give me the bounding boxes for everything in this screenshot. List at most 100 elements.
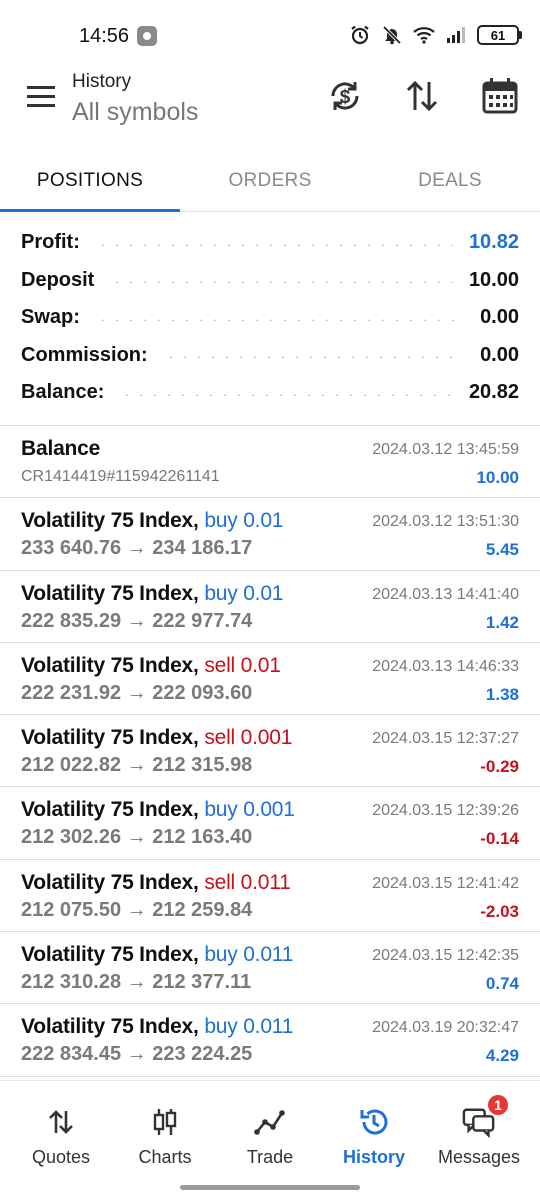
quotes-arrows-icon — [44, 1105, 78, 1139]
hamburger-icon — [27, 86, 55, 107]
position-prices: 222 231.92 → 222 093.60 — [21, 681, 253, 704]
battery-level: 61 — [477, 25, 519, 45]
summary-label: Balance: — [21, 381, 105, 404]
position-symbol: Volatility 75 Index, — [21, 581, 199, 605]
summary-profit: Profit: 10.82 — [0, 224, 540, 262]
summary-value: 20.82 — [468, 381, 519, 404]
app-bar: History All symbols $ — [0, 62, 540, 142]
position-side: sell 0.01 — [204, 653, 281, 677]
position-profit: -0.14 — [480, 829, 519, 849]
row-time: 2024.03.19 20:32:47 — [372, 1019, 519, 1037]
position-symbol: Volatility 75 Index, — [21, 509, 199, 533]
position-title: Volatility 75 Index, sell 0.011 — [21, 871, 291, 895]
tab-orders[interactable]: ORDERS — [180, 150, 360, 211]
position-row[interactable]: Volatility 75 Index, buy 0.001 212 302.26… — [0, 787, 540, 860]
position-side: sell 0.011 — [204, 870, 291, 894]
bottom-navigation: Quotes Charts Trade History 1 Messages — [0, 1080, 540, 1200]
currency-sync-icon: $ — [331, 82, 359, 110]
status-time: 14:56 — [79, 25, 130, 47]
summary-label: Swap: — [21, 306, 80, 329]
nav-history[interactable]: History — [320, 1081, 428, 1177]
row-time: 2024.03.13 14:46:33 — [372, 657, 519, 675]
position-side: buy 0.011 — [204, 1015, 294, 1039]
row-time: 2024.03.15 12:42:35 — [372, 947, 519, 965]
calendar-icon — [482, 78, 518, 114]
position-row[interactable]: Volatility 75 Index, buy 0.011 222 834.45… — [0, 1004, 540, 1077]
currency-convert-button[interactable]: $ — [325, 76, 365, 116]
position-row[interactable]: Volatility 75 Index, buy 0.01 222 835.29 … — [0, 571, 540, 643]
dotted-leader — [120, 393, 453, 396]
positions-list: Balance CR1414419#115942261141 2024.03.1… — [0, 425, 540, 1077]
menu-button[interactable] — [26, 82, 58, 112]
balance-row[interactable]: Balance CR1414419#115942261141 2024.03.1… — [0, 426, 540, 499]
tab-deals[interactable]: DEALS — [360, 150, 540, 211]
position-row[interactable]: Volatility 75 Index, buy 0.01 233 640.76 … — [0, 498, 540, 571]
row-amount: 10.00 — [476, 468, 519, 487]
sort-button[interactable] — [402, 76, 442, 116]
position-row[interactable]: Volatility 75 Index, sell 0.001 212 022.8… — [0, 715, 540, 788]
position-title: Volatility 75 Index, buy 0.01 — [21, 509, 283, 533]
position-symbol: Volatility 75 Index, — [21, 726, 199, 750]
alarm-icon — [349, 24, 371, 46]
nav-messages[interactable]: 1 Messages — [425, 1081, 533, 1177]
position-prices: 233 640.76 → 234 186.17 — [21, 537, 253, 560]
candlestick-icon — [148, 1105, 182, 1139]
row-time: 2024.03.12 13:51:30 — [372, 513, 519, 531]
history-tabs: POSITIONS ORDERS DEALS — [0, 150, 540, 212]
position-symbol: Volatility 75 Index, — [21, 1015, 199, 1039]
position-symbol: Volatility 75 Index, — [21, 870, 199, 894]
position-row[interactable]: Volatility 75 Index, sell 0.01 222 231.92… — [0, 643, 540, 716]
home-indicator[interactable] — [180, 1185, 360, 1190]
nav-quotes[interactable]: Quotes — [7, 1081, 115, 1177]
page-title: History — [72, 71, 132, 92]
position-title: Volatility 75 Index, sell 0.001 — [21, 726, 292, 750]
position-profit: 4.29 — [485, 1046, 519, 1066]
position-prices: 212 310.28 → 212 377.11 — [21, 971, 252, 994]
position-symbol: Volatility 75 Index, — [21, 653, 199, 677]
position-profit: 1.38 — [485, 684, 519, 704]
nav-charts[interactable]: Charts — [111, 1081, 219, 1177]
row-time: 2024.03.13 14:41:40 — [372, 585, 519, 603]
row-time: 2024.03.15 12:37:27 — [372, 730, 519, 748]
summary-label: Deposit — [21, 268, 95, 291]
svg-text:$: $ — [340, 87, 351, 108]
position-title: Volatility 75 Index, buy 0.01 — [21, 582, 283, 606]
dotted-leader — [95, 318, 465, 321]
position-symbol: Volatility 75 Index, — [21, 943, 199, 967]
position-row[interactable]: Volatility 75 Index, buy 0.011 212 310.28… — [0, 932, 540, 1005]
position-prices: 212 302.26 → 212 163.40 — [21, 826, 253, 849]
battery-icon: 61 — [477, 25, 522, 45]
position-title: Volatility 75 Index, buy 0.011 — [21, 943, 293, 967]
position-prices: 222 834.45 → 223 224.25 — [21, 1043, 253, 1066]
dotted-leader — [110, 281, 453, 284]
position-title: Volatility 75 Index, sell 0.01 — [21, 654, 281, 678]
signal-icon — [445, 24, 467, 46]
position-profit: 5.45 — [485, 540, 519, 560]
position-profit: 0.74 — [485, 974, 519, 994]
sort-arrows-icon — [406, 80, 438, 112]
nav-trade[interactable]: Trade — [216, 1081, 324, 1177]
wifi-icon — [413, 24, 435, 46]
position-profit: -0.29 — [480, 757, 519, 777]
summary-label: Commission: — [21, 343, 148, 366]
mute-bell-icon — [381, 24, 403, 46]
position-profit: -2.03 — [480, 901, 519, 921]
status-icons: 61 — [349, 24, 522, 46]
summary-value: 10.82 — [468, 231, 519, 254]
row-time: 2024.03.15 12:39:26 — [372, 802, 519, 820]
row-time: 2024.03.15 12:41:42 — [372, 874, 519, 892]
balance-ref: CR1414419#115942261141 — [21, 468, 220, 485]
position-title: Volatility 75 Index, buy 0.011 — [21, 1015, 293, 1039]
position-row[interactable]: Volatility 75 Index, sell 0.011 212 075.5… — [0, 860, 540, 933]
dotted-leader — [95, 243, 453, 246]
summary-balance: Balance: 20.82 — [0, 374, 540, 412]
nav-label: History — [342, 1147, 405, 1167]
symbol-filter[interactable]: All symbols — [72, 98, 198, 127]
date-range-button[interactable] — [480, 76, 520, 116]
summary-swap: Swap: 0.00 — [0, 299, 540, 337]
summary-value: 0.00 — [480, 306, 519, 329]
position-profit: 1.42 — [485, 612, 519, 632]
app-notification-icon — [137, 26, 157, 46]
position-prices: 212 022.82 → 212 315.98 — [21, 754, 253, 777]
tab-positions[interactable]: POSITIONS — [0, 150, 180, 212]
